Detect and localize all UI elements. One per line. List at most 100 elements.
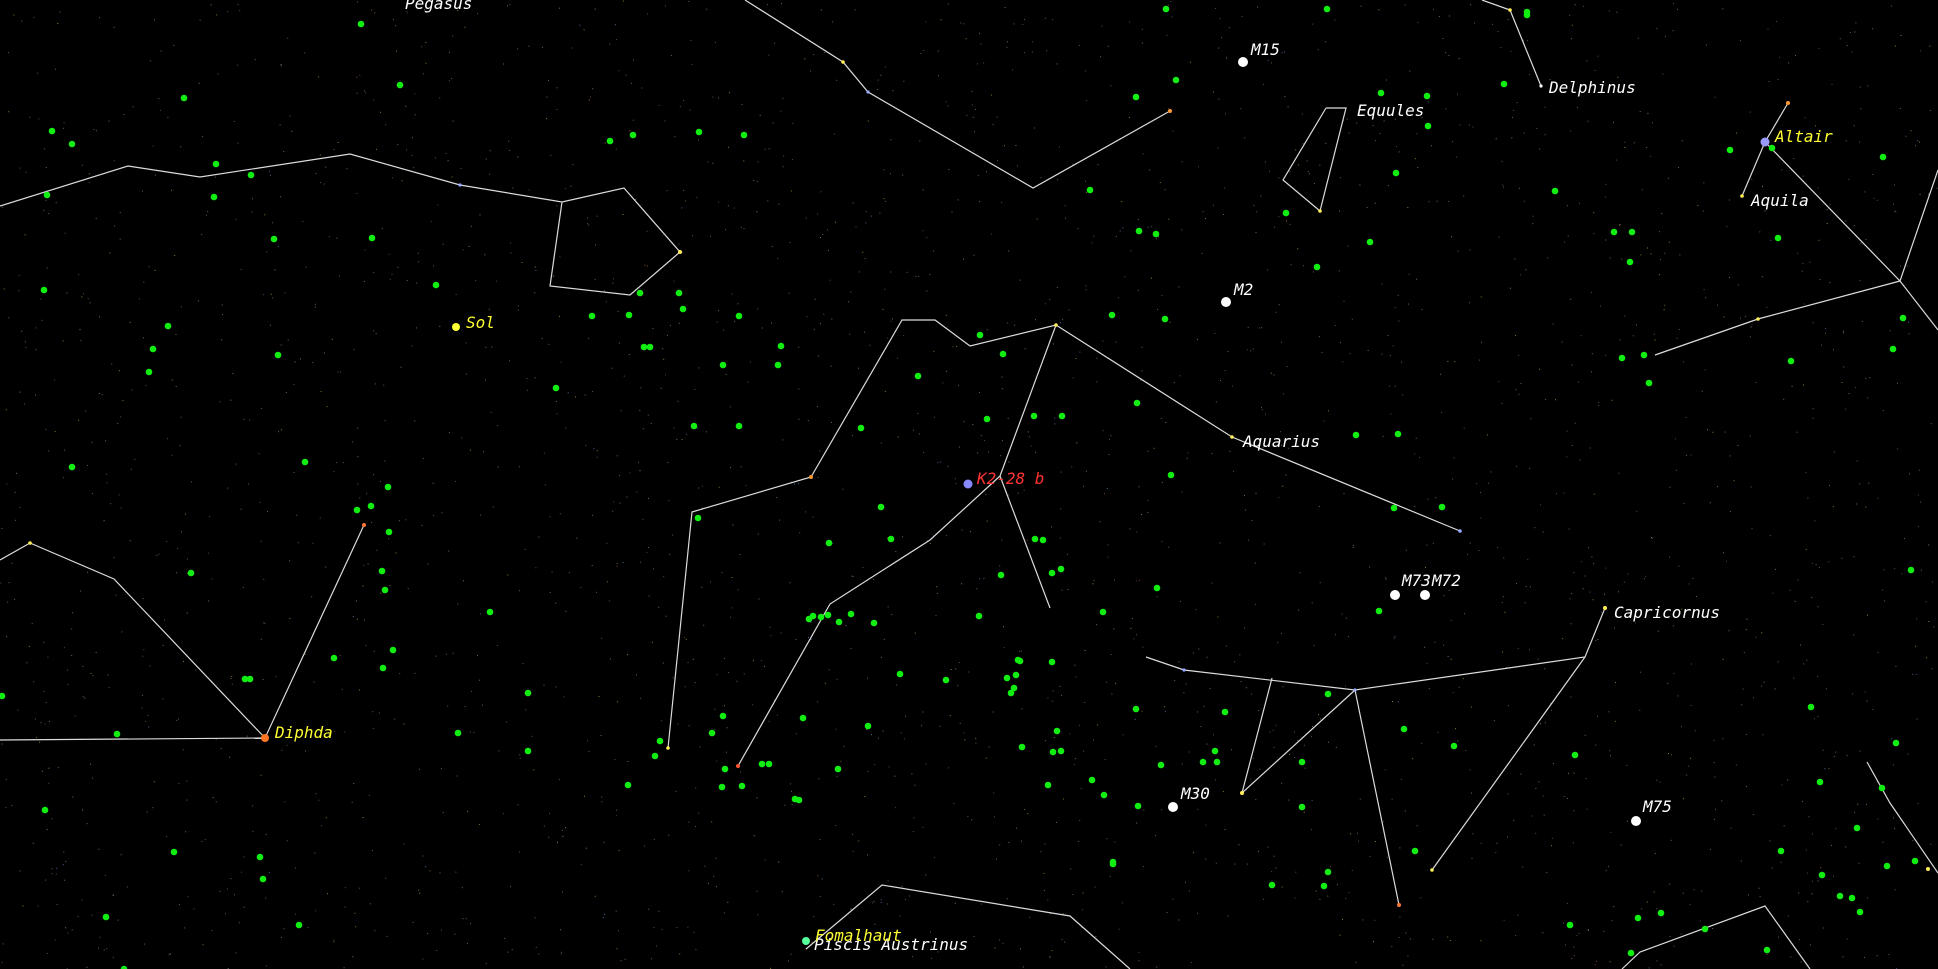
sky-chart[interactable]: Pegasus Delphinus Equules Aquila Aquariu… (0, 0, 1938, 969)
green-dot-icon[interactable] (389, 646, 397, 654)
green-dot-icon[interactable] (976, 331, 984, 339)
green-dot-icon[interactable] (1320, 882, 1328, 890)
green-dot-icon[interactable] (606, 137, 614, 145)
altair-marker[interactable] (1760, 137, 1770, 147)
green-dot-icon[interactable] (1787, 357, 1795, 365)
green-dot-icon[interactable] (1500, 80, 1508, 88)
green-dot-icon[interactable] (1049, 748, 1057, 756)
green-dot-icon[interactable] (942, 676, 950, 684)
green-dot-icon[interactable] (1172, 76, 1180, 84)
green-dot-icon[interactable] (1012, 671, 1020, 679)
green-dot-icon[interactable] (870, 619, 878, 627)
green-dot-icon[interactable] (758, 760, 766, 768)
green-dot-icon[interactable] (1313, 263, 1321, 271)
m72-marker[interactable] (1420, 590, 1430, 600)
green-dot-icon[interactable] (1323, 5, 1331, 13)
green-dot-icon[interactable] (1366, 238, 1374, 246)
planet-marker-icon[interactable] (963, 479, 973, 489)
green-dot-icon[interactable] (1324, 868, 1332, 876)
green-dot-icon[interactable] (1853, 824, 1861, 832)
green-dot-icon[interactable] (914, 372, 922, 380)
green-dot-icon[interactable] (588, 312, 596, 320)
green-dot-icon[interactable] (1566, 921, 1574, 929)
green-dot-icon[interactable] (1883, 862, 1891, 870)
green-dot-icon[interactable] (1626, 258, 1634, 266)
green-dot-icon[interactable] (1298, 803, 1306, 811)
green-dot-icon[interactable] (256, 853, 264, 861)
green-dot-icon[interactable] (1763, 946, 1771, 954)
green-dot-icon[interactable] (1392, 169, 1400, 177)
green-dot-icon[interactable] (1375, 607, 1383, 615)
green-dot-icon[interactable] (1377, 89, 1385, 97)
green-dot-icon[interactable] (679, 305, 687, 313)
green-dot-icon[interactable] (486, 608, 494, 616)
green-dot-icon[interactable] (1523, 11, 1531, 19)
green-dot-icon[interactable] (740, 131, 748, 139)
green-dot-icon[interactable] (379, 664, 387, 672)
green-dot-icon[interactable] (1134, 802, 1142, 810)
green-dot-icon[interactable] (887, 535, 895, 543)
green-dot-icon[interactable] (41, 806, 49, 814)
green-dot-icon[interactable] (1157, 761, 1165, 769)
green-dot-icon[interactable] (640, 343, 648, 351)
green-dot-icon[interactable] (1152, 230, 1160, 238)
green-dot-icon[interactable] (721, 765, 729, 773)
green-dot-icon[interactable] (384, 483, 392, 491)
green-dot-icon[interactable] (295, 921, 303, 929)
green-dot-icon[interactable] (1848, 894, 1856, 902)
green-dot-icon[interactable] (1003, 674, 1011, 682)
m73-marker[interactable] (1390, 590, 1400, 600)
green-dot-icon[interactable] (1627, 949, 1635, 957)
m15-marker[interactable] (1238, 57, 1248, 67)
green-dot-icon[interactable] (799, 714, 807, 722)
green-dot-icon[interactable] (1892, 739, 1900, 747)
green-dot-icon[interactable] (1282, 209, 1290, 217)
green-dot-icon[interactable] (1211, 747, 1219, 755)
green-dot-icon[interactable] (896, 670, 904, 678)
green-dot-icon[interactable] (381, 586, 389, 594)
green-dot-icon[interactable] (1010, 684, 1018, 692)
green-dot-icon[interactable] (646, 343, 654, 351)
green-dot-icon[interactable] (1048, 569, 1056, 577)
green-dot-icon[interactable] (857, 424, 865, 432)
m75-marker[interactable] (1631, 816, 1641, 826)
green-dot-icon[interactable] (1044, 781, 1052, 789)
green-dot-icon[interactable] (259, 875, 267, 883)
green-dot-icon[interactable] (187, 569, 195, 577)
m30-marker[interactable] (1168, 802, 1178, 812)
green-dot-icon[interactable] (1394, 430, 1402, 438)
green-dot-icon[interactable] (805, 615, 813, 623)
green-dot-icon[interactable] (695, 128, 703, 136)
green-dot-icon[interactable] (675, 289, 683, 297)
green-dot-icon[interactable] (1424, 122, 1432, 130)
green-dot-icon[interactable] (1450, 742, 1458, 750)
green-dot-icon[interactable] (1807, 703, 1815, 711)
green-dot-icon[interactable] (1057, 747, 1065, 755)
green-dot-icon[interactable] (877, 503, 885, 511)
green-dot-icon[interactable] (1411, 847, 1419, 855)
green-dot-icon[interactable] (1911, 857, 1919, 865)
green-dot-icon[interactable] (738, 782, 746, 790)
green-dot-icon[interactable] (636, 289, 644, 297)
green-dot-icon[interactable] (396, 81, 404, 89)
green-dot-icon[interactable] (1571, 751, 1579, 759)
m2-marker[interactable] (1221, 297, 1231, 307)
green-dot-icon[interactable] (368, 234, 376, 242)
green-dot-icon[interactable] (524, 747, 532, 755)
green-dot-icon[interactable] (629, 131, 637, 139)
green-dot-icon[interactable] (1167, 471, 1175, 479)
green-dot-icon[interactable] (690, 422, 698, 430)
green-dot-icon[interactable] (1726, 146, 1734, 154)
green-dot-icon[interactable] (1816, 778, 1824, 786)
green-dot-icon[interactable] (1640, 351, 1648, 359)
green-dot-icon[interactable] (817, 613, 825, 621)
green-dot-icon[interactable] (1100, 791, 1108, 799)
green-dot-icon[interactable] (651, 752, 659, 760)
green-dot-icon[interactable] (170, 848, 178, 856)
green-dot-icon[interactable] (1634, 914, 1642, 922)
green-dot-icon[interactable] (330, 654, 338, 662)
green-dot-icon[interactable] (210, 193, 218, 201)
green-dot-icon[interactable] (40, 286, 48, 294)
diphda-marker[interactable] (261, 734, 269, 742)
green-dot-icon[interactable] (777, 342, 785, 350)
